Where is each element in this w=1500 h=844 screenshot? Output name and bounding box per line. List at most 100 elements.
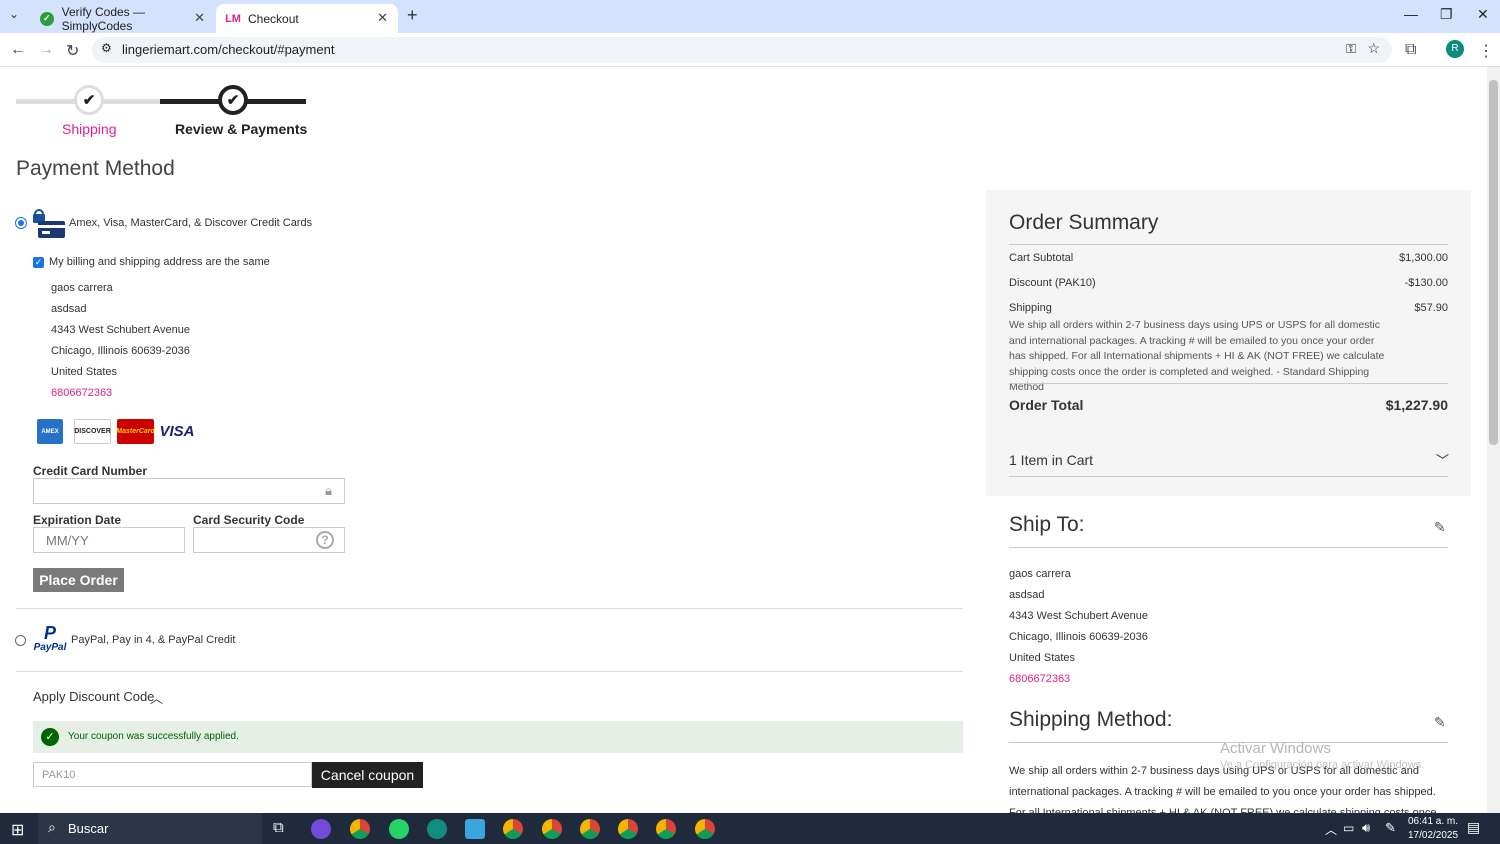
windows-watermark-subtitle: Ve a Configuración para activar Windows.	[1220, 759, 1425, 771]
order-total-value: $1,227.90	[1385, 397, 1448, 413]
extensions-icon[interactable]: ⧉	[1405, 41, 1416, 59]
whatsapp-icon[interactable]	[389, 819, 409, 839]
app-icon[interactable]	[311, 819, 331, 839]
ship-name: gaos carrera	[1009, 568, 1071, 580]
scrollbar-thumb[interactable]	[1489, 80, 1498, 445]
subtotal-value: $1,300.00	[1399, 252, 1448, 264]
items-in-cart-toggle[interactable]: 1 Item in Cart	[1009, 452, 1093, 468]
shipping-value: $57.90	[1414, 302, 1448, 314]
paypal-logo-text: PayPal	[33, 642, 67, 653]
notification-icon[interactable]: ▤	[1467, 819, 1480, 836]
help-icon[interactable]: ?	[316, 531, 334, 549]
site-info-icon[interactable]: ⚙	[101, 41, 112, 55]
divider	[1009, 383, 1448, 384]
csc-input[interactable]: ?	[193, 527, 345, 553]
csc-label: Card Security Code	[193, 513, 305, 527]
windows-start-icon[interactable]: ⊞	[11, 820, 24, 840]
url-field[interactable]: ⚙ lingeriemart.com/checkout/#payment ⚿ ☆	[92, 37, 1392, 63]
expiration-input[interactable]: MM/YY	[33, 527, 185, 553]
discount-label: Discount (PAK10)	[1009, 277, 1096, 289]
search-icon: ⌕	[48, 819, 56, 835]
visa-logo-icon: VISA	[160, 419, 195, 444]
billing-line2: asdsad	[51, 303, 87, 315]
forward-icon[interactable]: →	[38, 41, 54, 59]
simplycodes-favicon-icon: ✓	[40, 11, 54, 26]
credit-card-lock-icon	[32, 207, 66, 239]
scrollbar-track[interactable]	[1487, 67, 1500, 813]
edit-shipping-method-icon[interactable]: ✎	[1434, 714, 1446, 731]
taskbar-search-box[interactable]: ⌕ Buscar	[38, 813, 262, 844]
tab-checkout[interactable]: LM Checkout ✕	[216, 4, 398, 33]
step-shipping-label[interactable]: Shipping	[62, 121, 117, 137]
page-title: Payment Method	[16, 157, 175, 180]
bookmark-star-icon[interactable]: ☆	[1367, 40, 1380, 57]
close-tab-icon[interactable]: ✕	[377, 10, 388, 26]
whatsapp-business-icon[interactable]	[427, 819, 447, 839]
order-summary-title: Order Summary	[1009, 211, 1159, 234]
minimize-icon[interactable]: —	[1404, 6, 1418, 22]
shipping-label: Shipping	[1009, 302, 1052, 314]
credit-card-option-label[interactable]: Amex, Visa, MasterCard, & Discover Credi…	[69, 217, 312, 229]
chrome-icon[interactable]	[580, 819, 600, 839]
browser-menu-icon[interactable]: ⋮	[1478, 41, 1494, 61]
chrome-icon[interactable]	[695, 819, 715, 839]
chrome-icon[interactable]	[503, 819, 523, 839]
maximize-icon[interactable]: ❐	[1440, 6, 1453, 23]
tray-chevron-icon[interactable]: ︿	[1325, 821, 1337, 838]
lingeriemart-favicon-icon: LM	[225, 12, 241, 25]
discover-logo-icon: DISCOVER	[74, 419, 111, 444]
app-icon[interactable]	[465, 819, 485, 839]
cancel-coupon-button[interactable]: Cancel coupon	[312, 762, 423, 788]
chevron-up-icon[interactable]: ︿	[150, 688, 163, 707]
browser-tab-bar: ⌄ ✓ Verify Codes — SimplyCodes ✕ LM Chec…	[0, 0, 1500, 33]
same-address-label[interactable]: My billing and shipping address are the …	[49, 256, 270, 268]
chrome-icon[interactable]	[350, 819, 370, 839]
new-tab-icon[interactable]: +	[407, 5, 418, 26]
same-address-checkbox[interactable]: ✓	[33, 257, 44, 268]
ship-country: United States	[1009, 652, 1076, 664]
taskbar-date[interactable]: 17/02/2025	[1408, 830, 1458, 841]
paypal-radio[interactable]	[15, 635, 26, 646]
ship-phone[interactable]: 6806672363	[1009, 673, 1070, 685]
tab-search-icon[interactable]: ⌄	[9, 7, 19, 21]
lock-icon: 🔒︎	[325, 483, 332, 498]
cc-number-label: Credit Card Number	[33, 464, 148, 478]
taskbar-search-text: Buscar	[68, 821, 109, 836]
network-icon[interactable]: ▭	[1343, 821, 1354, 835]
task-view-icon[interactable]: ⧉	[273, 819, 284, 836]
close-tab-icon[interactable]: ✕	[194, 10, 205, 26]
billing-country: United States	[51, 366, 118, 378]
cc-number-input[interactable]: 🔒︎	[33, 478, 345, 504]
step-shipping-check-icon: ✔	[74, 85, 104, 115]
chrome-icon[interactable]	[542, 819, 562, 839]
edit-ship-to-icon[interactable]: ✎	[1434, 519, 1446, 536]
discount-code-input[interactable]: PAK10	[33, 762, 312, 787]
ship-city: Chicago, Illinois 60639-2036	[1009, 631, 1148, 643]
profile-avatar[interactable]: R	[1446, 40, 1464, 58]
volume-icon[interactable]: 🔊︎	[1362, 820, 1370, 836]
coupon-success-message: ✓ Your coupon was successfully applied.	[33, 721, 963, 753]
taskbar-time[interactable]: 06:41 a. m.	[1408, 816, 1458, 827]
back-icon[interactable]: ←	[10, 41, 26, 59]
step-review-check-icon: ✔	[218, 85, 248, 115]
divider	[16, 608, 963, 609]
subtotal-label: Cart Subtotal	[1009, 252, 1074, 264]
close-window-icon[interactable]: ✕	[1477, 6, 1489, 23]
reload-icon[interactable]: ↻	[66, 41, 79, 61]
tab-verify-codes[interactable]: ✓ Verify Codes — SimplyCodes ✕	[30, 4, 215, 33]
password-key-icon[interactable]: ⚿	[1346, 41, 1356, 57]
divider	[1009, 244, 1448, 245]
discount-toggle[interactable]: Apply Discount Code	[33, 689, 154, 704]
place-order-button[interactable]: Place Order	[33, 568, 124, 592]
chrome-icon[interactable]	[618, 819, 638, 839]
shipping-method-title: Shipping Method:	[1009, 708, 1173, 731]
divider	[16, 671, 963, 672]
chrome-icon[interactable]	[656, 819, 676, 839]
chevron-down-icon[interactable]: ﹀	[1436, 450, 1449, 469]
paypal-option-label[interactable]: PayPal, Pay in 4, & PayPal Credit	[71, 634, 235, 646]
billing-phone[interactable]: 6806672363	[51, 387, 112, 399]
ship-line2: asdsad	[1009, 589, 1045, 601]
credit-card-radio[interactable]	[15, 217, 27, 229]
ship-street: 4343 West Schubert Avenue	[1009, 610, 1149, 622]
pen-icon[interactable]: ✎	[1385, 820, 1396, 836]
